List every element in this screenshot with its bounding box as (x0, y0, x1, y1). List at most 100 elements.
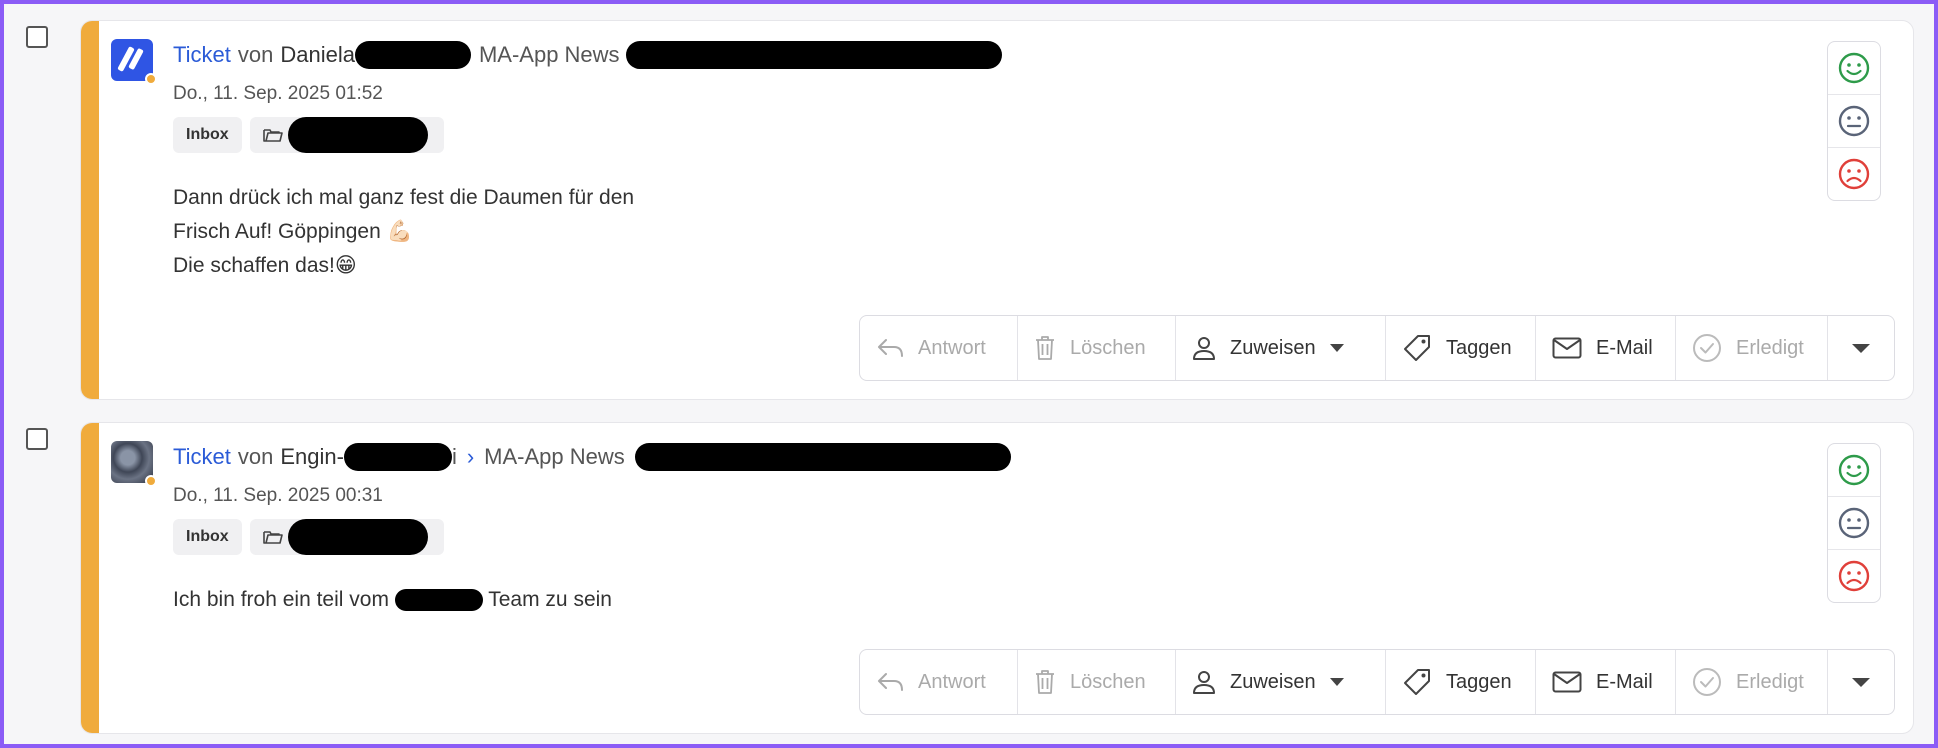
reply-arrow-icon (878, 673, 903, 691)
chevron-down-icon (1852, 677, 1870, 687)
redaction (343, 443, 452, 471)
tag-label: Taggen (1446, 336, 1512, 359)
sender-name[interactable]: Daniela (280, 42, 355, 68)
inbox-tag[interactable]: Inbox (173, 117, 242, 153)
check-circle-icon (1693, 334, 1721, 362)
redaction (354, 41, 471, 69)
select-checkbox[interactable] (26, 26, 48, 48)
ticket-card[interactable]: Ticket von Daniela MA-App News Do., 11. … (80, 20, 1914, 400)
status-dot (145, 475, 157, 487)
redaction (634, 443, 1011, 471)
status-dot (145, 73, 157, 85)
ticket-row: Ticket von Daniela MA-App News Do., 11. … (4, 20, 1934, 400)
email-label: E-Mail (1596, 336, 1653, 359)
channel-name[interactable]: MA-App News (484, 444, 625, 470)
user-icon (1193, 337, 1215, 360)
reply-button[interactable]: Antwort (860, 650, 1018, 714)
sender-name[interactable]: Engin- (280, 444, 344, 470)
more-actions-button[interactable] (1828, 650, 1894, 714)
tag-button[interactable]: Taggen (1386, 650, 1536, 714)
ticket-date: Do., 11. Sep. 2025 00:31 (173, 485, 383, 506)
chevron-right-icon: › (466, 444, 475, 469)
done-button[interactable]: Erledigt (1676, 316, 1828, 380)
check-circle-icon (1693, 668, 1721, 696)
redaction (287, 117, 428, 153)
ticket-type-link[interactable]: Ticket (173, 444, 231, 470)
ticket-tags: Inbox (173, 519, 444, 555)
ticket-card[interactable]: Ticket von Engin- i › MA-App News Do., 1… (80, 422, 1914, 734)
email-button[interactable]: E-Mail (1536, 650, 1676, 714)
trash-icon (1036, 670, 1054, 694)
user-icon (1193, 671, 1215, 694)
inbox-tag[interactable]: Inbox (173, 519, 242, 555)
envelope-icon (1552, 337, 1582, 359)
message-before: Ich bin froh ein teil vom (173, 588, 389, 611)
ticket-date: Do., 11. Sep. 2025 01:52 (173, 83, 383, 104)
status-accent-bar (81, 423, 99, 733)
sender-avatar (111, 441, 157, 487)
folder-icon (262, 129, 283, 142)
delete-button[interactable]: Löschen (1018, 650, 1176, 714)
folder-tag[interactable] (249, 519, 444, 555)
ticket-row: Ticket von Engin- i › MA-App News Do., 1… (4, 422, 1934, 734)
ticket-action-toolbar: Antwort Löschen Zuweisen Taggen E-Mail E… (859, 315, 1895, 381)
von-label: von (237, 42, 274, 67)
folder-icon (262, 531, 283, 544)
smile-face-icon (1838, 52, 1870, 84)
ticket-header: Ticket von Engin- i › MA-App News (173, 443, 1011, 471)
ticket-type-link[interactable]: Ticket (173, 42, 231, 68)
happy-sentiment-button[interactable] (1828, 444, 1880, 497)
chevron-down-icon (1852, 343, 1870, 353)
happy-sentiment-button[interactable] (1828, 42, 1880, 95)
ticket-header: Ticket von Daniela MA-App News (173, 41, 1002, 69)
status-accent-bar (81, 21, 99, 399)
neutral-sentiment-button[interactable] (1828, 497, 1880, 550)
done-button[interactable]: Erledigt (1676, 650, 1828, 714)
tag-label: Taggen (1446, 670, 1512, 693)
neutral-sentiment-button[interactable] (1828, 95, 1880, 148)
done-label: Erledigt (1736, 336, 1804, 359)
von-label: von (237, 444, 274, 469)
sentiment-panel (1827, 41, 1881, 201)
ticket-tags: Inbox (173, 117, 444, 153)
email-label: E-Mail (1596, 670, 1653, 693)
email-button[interactable]: E-Mail (1536, 316, 1676, 380)
ticket-action-toolbar: Antwort Löschen Zuweisen Taggen E-Mail E… (859, 649, 1895, 715)
envelope-icon (1552, 671, 1582, 693)
assign-label: Zuweisen (1230, 670, 1316, 693)
delete-button[interactable]: Löschen (1018, 316, 1176, 380)
redaction (625, 41, 1002, 69)
folder-tag[interactable] (249, 117, 444, 153)
more-actions-button[interactable] (1828, 316, 1894, 380)
neutral-face-icon (1838, 105, 1870, 137)
assign-label: Zuweisen (1230, 336, 1316, 359)
sad-sentiment-button[interactable] (1828, 550, 1880, 602)
done-label: Erledigt (1736, 670, 1804, 693)
select-checkbox[interactable] (26, 428, 48, 450)
message-line: Ich bin froh ein teil vom Team zu sein (173, 583, 612, 617)
tag-button[interactable]: Taggen (1386, 316, 1536, 380)
sad-face-icon (1838, 158, 1870, 190)
delete-label: Löschen (1070, 670, 1146, 693)
message-after: Team zu sein (488, 588, 612, 611)
message-line: Frisch Auf! Göppingen 💪🏻 (173, 220, 413, 243)
redaction (394, 589, 483, 612)
sad-face-icon (1838, 560, 1870, 592)
trash-icon (1036, 336, 1054, 360)
dropdown-caret-icon (1329, 678, 1344, 686)
tag-icon (1404, 669, 1430, 695)
sentiment-panel (1827, 443, 1881, 603)
channel-name[interactable]: MA-App News (479, 42, 620, 68)
tag-icon (1404, 335, 1430, 361)
redaction (287, 519, 428, 555)
message-body: Dann drück ich mal ganz fest die Daumen … (173, 181, 634, 283)
assign-button[interactable]: Zuweisen (1176, 650, 1386, 714)
message-line: Dann drück ich mal ganz fest die Daumen … (173, 186, 635, 209)
neutral-face-icon (1838, 507, 1870, 539)
sad-sentiment-button[interactable] (1828, 148, 1880, 200)
assign-button[interactable]: Zuweisen (1176, 316, 1386, 380)
reply-button[interactable]: Antwort (860, 316, 1018, 380)
sender-name-tail: i (451, 444, 457, 469)
smile-face-icon (1838, 454, 1870, 486)
message-line: Die schaffen das!😁 (173, 254, 357, 277)
